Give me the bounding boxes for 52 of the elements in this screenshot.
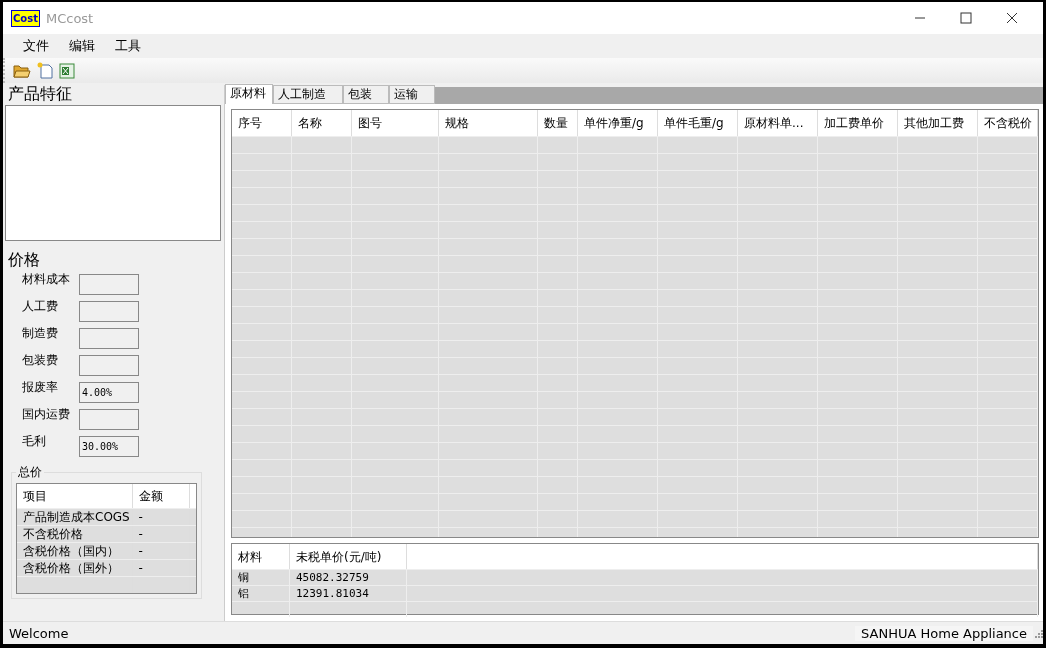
table-cell: 45082.32759 [290,570,407,585]
field-label: 毛利 [21,433,47,450]
field-label: 国内运费 [21,406,71,423]
section-heading: 价格 [7,251,41,269]
app-logo: Cost [11,9,40,27]
column-header[interactable]: 规格 [439,110,538,136]
input-field[interactable]: 30.00% [79,436,139,457]
window-title: MCcost [45,10,94,26]
input-field[interactable] [79,409,139,430]
product-feature-box[interactable] [5,105,221,241]
input-field[interactable] [79,328,139,349]
status-text: Welcome [8,625,69,641]
field-label: 材料成本 [21,271,71,288]
input-field[interactable] [79,274,139,295]
table-cell: 铝 [232,586,290,601]
folder-icon[interactable] [13,62,31,79]
menu-item[interactable]: 文件 [13,37,59,55]
column-header[interactable]: 图号 [352,110,439,136]
resize-grip-icon[interactable] [1033,628,1043,638]
input-field[interactable]: 4.00% [79,382,139,403]
column-header[interactable]: 未税单价(元/吨) [290,544,407,569]
column-header[interactable]: 加工费单价 [818,110,898,136]
new-document-icon[interactable] [37,62,53,79]
field-label: 人工费 [21,298,59,315]
column-header[interactable]: 数量 [538,110,578,136]
input-field[interactable] [79,301,139,322]
column-header[interactable]: 名称 [292,110,352,136]
column-header[interactable]: 其他加工费 [898,110,978,136]
section-heading: 产品特征 [7,85,73,103]
tab[interactable]: 包装 [343,85,389,104]
field-label: 制造费 [21,325,59,342]
tab[interactable]: 原材料 [225,84,273,104]
field-label: 包装费 [21,352,59,369]
menu-item[interactable]: 工具 [105,37,151,55]
field-label: 报废率 [21,379,59,396]
group-title: 总价 [17,464,43,481]
column-header[interactable]: 单件毛重/g [658,110,738,136]
column-header[interactable]: 原材料单... [738,110,818,136]
status-text: SANHUA Home Appliance [855,625,1033,641]
column-header[interactable]: 材料 [232,544,290,569]
column-header[interactable]: 不含税价 [978,110,1038,136]
tab[interactable]: 人工制造 [273,85,343,104]
spreadsheet-icon[interactable] [59,62,75,79]
tab[interactable]: 运输 [389,85,435,104]
menu-item[interactable]: 编辑 [59,37,105,55]
table-cell: 铜 [232,570,290,585]
table-cell: 12391.81034 [290,586,407,601]
close-icon[interactable] [1006,12,1018,24]
input-field[interactable] [79,355,139,376]
maximize-icon[interactable] [960,12,972,24]
column-header[interactable]: 单件净重/g [578,110,658,136]
column-header[interactable]: 序号 [232,110,292,136]
